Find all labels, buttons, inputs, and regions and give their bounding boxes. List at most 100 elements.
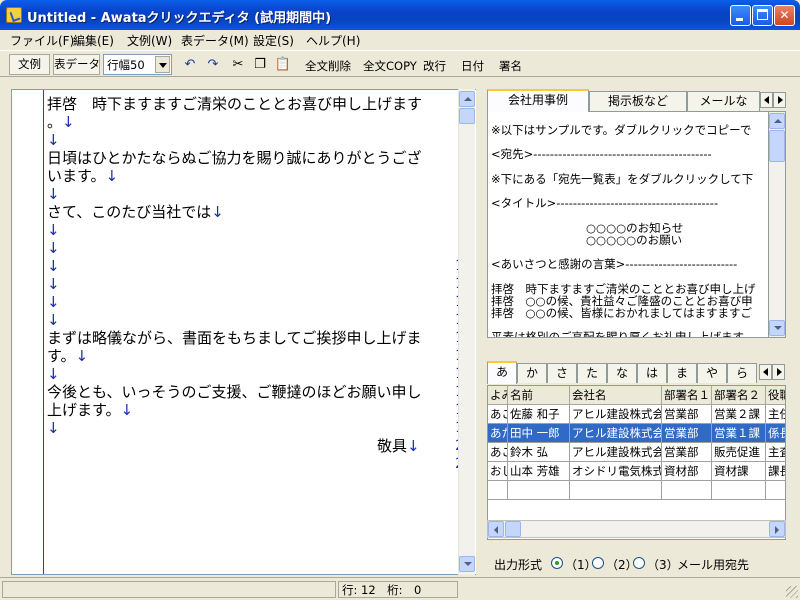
sample-text-panel[interactable]: ※以下はサンプルです。ダブルクリックでコピーで <宛先>-------------…: [487, 111, 769, 338]
menu-table-data[interactable]: 表データ(M): [181, 32, 249, 49]
editor-line[interactable]: まずは略儀ながら、書面をもちましてご挨拶申し上げま: [47, 329, 422, 347]
sample-line[interactable]: 平素は格別のご高配を賜り厚くお礼申し上げます: [491, 331, 744, 337]
signature-button[interactable]: 署名: [499, 58, 522, 74]
scroll-left-icon[interactable]: [488, 521, 504, 537]
tab-left-icon[interactable]: [760, 92, 773, 108]
tab-mail[interactable]: メールな: [687, 91, 760, 111]
kana-tab-0[interactable]: あ: [487, 361, 517, 384]
scroll-down-icon[interactable]: [459, 556, 475, 572]
delete-all-button[interactable]: 全文削除: [305, 58, 351, 74]
tab-right-icon[interactable]: [772, 364, 785, 380]
kana-tab-3[interactable]: た: [577, 363, 607, 383]
app-icon[interactable]: [6, 7, 22, 23]
editor-line[interactable]: 拝啓 時下ますますご清栄のこととお喜び申し上げます: [47, 95, 422, 113]
menu-bunrei[interactable]: 文例(W): [127, 32, 172, 49]
editor-line[interactable]: ↓: [47, 131, 60, 149]
editor-line[interactable]: ↓: [47, 239, 60, 257]
editor-scroll-thumb[interactable]: [459, 108, 475, 124]
sample-line[interactable]: <あいさつと感謝の言葉>---------------------------: [491, 258, 737, 271]
table-row[interactable]: あこ佐藤 和子アヒル建設株式会社営業部営業２課主任: [488, 405, 785, 424]
address-table[interactable]: よみ名前会社名部署名１部署名２役職あこ佐藤 和子アヒル建設株式会社営業部営業２課…: [487, 385, 786, 540]
menu-edit[interactable]: 編集(E): [73, 32, 114, 49]
kana-tab-1[interactable]: か: [517, 363, 547, 383]
sample-line[interactable]: ○○○○○のお願い: [586, 233, 682, 247]
sample-line[interactable]: <タイトル>----------------------------------…: [491, 197, 718, 210]
maximize-button[interactable]: [752, 5, 773, 26]
editor-line[interactable]: ↓: [47, 365, 60, 383]
table-header-cell[interactable]: 役職: [766, 386, 785, 405]
tab-company-examples[interactable]: 会社用事例: [487, 89, 589, 112]
date-button[interactable]: 日付: [461, 58, 484, 74]
sample-scroll-thumb[interactable]: [769, 130, 785, 162]
sample-line[interactable]: ※以下はサンプルです。ダブルクリックでコピーで: [491, 124, 751, 137]
close-button[interactable]: ✕: [774, 5, 795, 26]
table-header-cell[interactable]: 部署名１: [662, 386, 712, 405]
editor-line[interactable]: ↓: [47, 293, 60, 311]
output-radio-1[interactable]: [551, 557, 563, 569]
sample-line[interactable]: <宛先>------------------------------------…: [491, 148, 712, 161]
text-editor[interactable]: 1拝啓 時下ますますご清栄のこととお喜び申し上げます2。↓3↓4日頃はひとかたな…: [11, 89, 476, 575]
kana-tab-5[interactable]: は: [637, 363, 667, 383]
table-horizontal-scrollbar[interactable]: [487, 520, 786, 538]
redo-icon[interactable]: ↷: [203, 55, 223, 75]
editor-line[interactable]: ↓: [47, 185, 60, 203]
output-radio-2[interactable]: [592, 557, 604, 569]
sample-line[interactable]: ※下にある「宛先一覧表」をダブルクリックして下: [491, 172, 753, 186]
undo-icon[interactable]: ↶: [180, 55, 200, 75]
editor-line[interactable]: ↓: [47, 311, 60, 329]
table-row[interactable]: [488, 481, 785, 500]
editor-line[interactable]: 今後とも、いっそうのご支援、ご鞭撻のほどお願い申し: [47, 383, 422, 401]
copy-icon[interactable]: ❐: [250, 55, 270, 75]
sample-vertical-scrollbar[interactable]: [769, 111, 786, 338]
output-radio-3-label[interactable]: （3）: [647, 556, 679, 573]
editor-line[interactable]: ↓: [47, 275, 60, 293]
table-scroll-thumb[interactable]: [505, 521, 521, 537]
scroll-up-icon[interactable]: [769, 113, 785, 129]
kana-tab-2[interactable]: さ: [547, 363, 577, 383]
table-row[interactable]: あこ鈴木 弘アヒル建設株式会社営業部販売促進主査: [488, 443, 785, 462]
kana-tab-8[interactable]: ら: [727, 363, 757, 383]
editor-line[interactable]: さて、このたび当社では↓: [47, 203, 224, 221]
editor-line[interactable]: す。↓: [47, 347, 88, 365]
tab-left-icon[interactable]: [759, 364, 772, 380]
menu-file[interactable]: ファイル(F): [10, 32, 74, 49]
output-radio-3[interactable]: [633, 557, 645, 569]
kana-tab-6[interactable]: ま: [667, 363, 697, 383]
maximize-icon: [757, 9, 768, 20]
tab-right-icon[interactable]: [773, 92, 786, 108]
sample-line[interactable]: 拝啓 ○○の候、皆様におかれましてはますますご: [491, 307, 752, 320]
editor-line[interactable]: 。↓: [47, 113, 75, 131]
table-data-button[interactable]: 表データ: [53, 54, 100, 75]
tab-bulletin[interactable]: 掲示板など: [589, 91, 687, 111]
menu-help[interactable]: ヘルプ(H): [306, 32, 360, 49]
scroll-down-icon[interactable]: [769, 320, 785, 336]
cut-icon[interactable]: ✂: [228, 55, 248, 75]
editor-line[interactable]: ↓: [47, 221, 60, 239]
bunrei-button[interactable]: 文例: [9, 54, 50, 75]
table-header-cell[interactable]: 会社名: [570, 386, 662, 405]
editor-line[interactable]: ↓: [47, 257, 60, 275]
table-header-cell[interactable]: 名前: [508, 386, 570, 405]
scroll-right-icon[interactable]: [769, 521, 785, 537]
chevron-down-icon[interactable]: [155, 56, 170, 73]
kana-tab-4[interactable]: な: [607, 363, 637, 383]
scroll-up-icon[interactable]: [459, 91, 475, 107]
table-row[interactable]: あた田中 一郎アヒル建設株式会社営業部営業１課係長: [488, 424, 785, 443]
resize-grip-icon[interactable]: [786, 586, 798, 598]
table-header-cell[interactable]: よみ: [488, 386, 508, 405]
editor-line[interactable]: 日頃はひとかたならぬご協力を賜り誠にありがとうござ: [47, 149, 422, 167]
copy-all-button[interactable]: 全文COPY: [363, 58, 417, 74]
editor-vertical-scrollbar[interactable]: [458, 89, 475, 575]
editor-line[interactable]: 敬具↓: [47, 437, 420, 455]
menu-settings[interactable]: 設定(S): [253, 32, 294, 49]
editor-line[interactable]: 上げます。↓: [47, 401, 133, 419]
paste-icon[interactable]: 📋: [273, 55, 293, 75]
line-width-select[interactable]: 行幅50: [103, 54, 172, 75]
kana-tab-7[interactable]: や: [697, 363, 727, 383]
editor-line[interactable]: ↓: [47, 419, 60, 437]
table-header-cell[interactable]: 部署名２: [712, 386, 766, 405]
editor-line[interactable]: います。↓: [47, 167, 118, 185]
minimize-button[interactable]: [730, 5, 751, 26]
newline-button[interactable]: 改行: [423, 58, 446, 74]
table-row[interactable]: おし山本 芳雄オシドリ電気株式会社資材部資材課課長: [488, 462, 785, 481]
